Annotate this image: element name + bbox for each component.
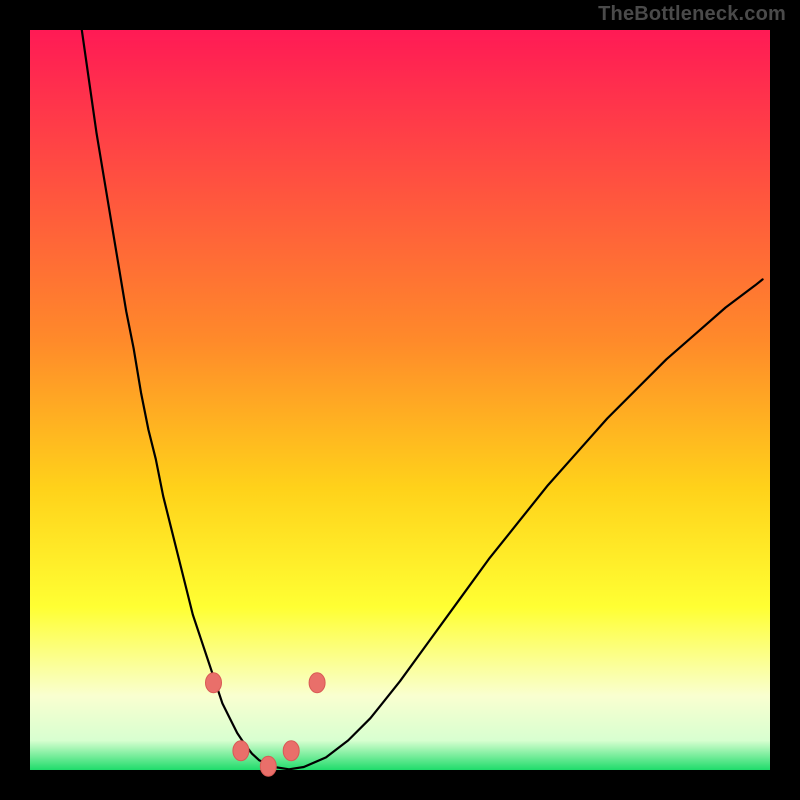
curve-marker (260, 756, 276, 776)
curve-marker (283, 741, 299, 761)
plot-area (30, 30, 770, 770)
watermark-text: TheBottleneck.com (598, 3, 786, 26)
curve-marker (233, 741, 249, 761)
curve-marker (309, 673, 325, 693)
chart-container: TheBottleneck.com (0, 0, 800, 800)
curve-marker (206, 673, 222, 693)
bottleneck-curve-chart (0, 0, 800, 800)
